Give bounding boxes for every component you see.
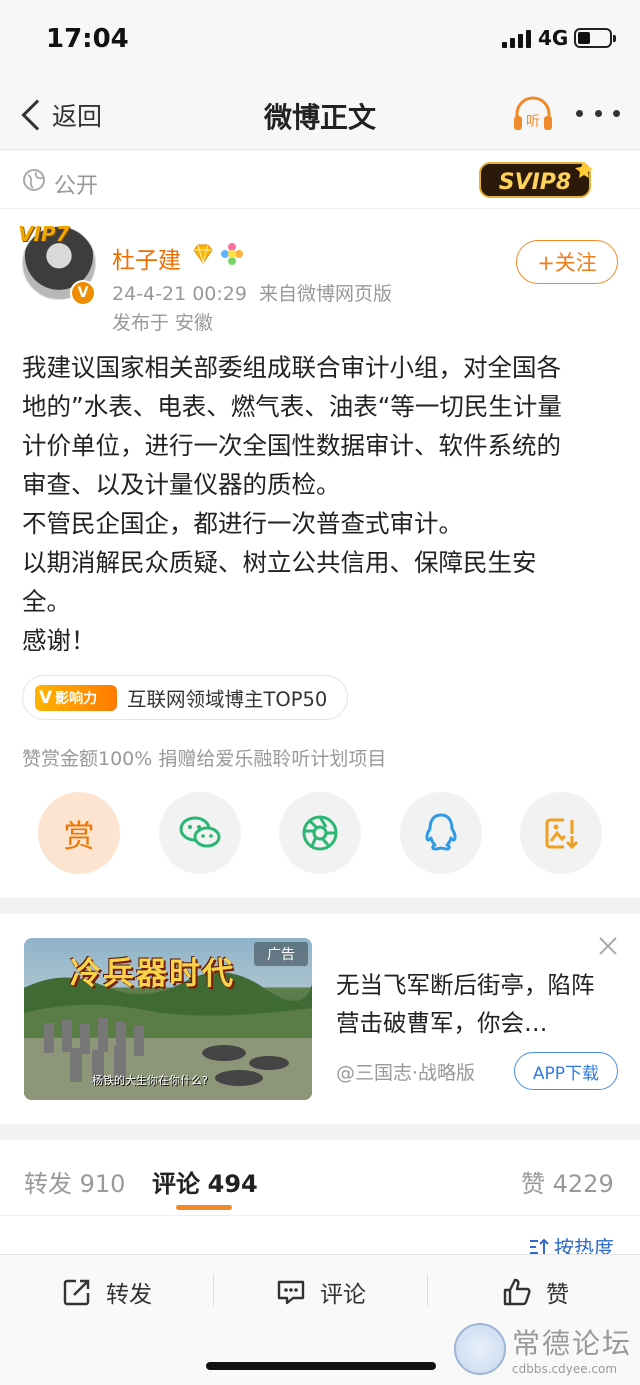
comment-count: 494	[207, 1170, 258, 1198]
listen-icon-text: 听	[526, 114, 540, 130]
section-divider	[0, 1124, 640, 1140]
reward-label: 赏	[63, 818, 95, 855]
author-name[interactable]: 杜子建	[112, 241, 181, 275]
repost-button[interactable]: 转发	[62, 1276, 152, 1308]
share-qq-button[interactable]	[400, 792, 482, 874]
forum-watermark: 常德论坛 cdbbs.cdyee.com	[454, 1318, 640, 1380]
reward-button[interactable]: 赏	[38, 792, 120, 874]
nav-bar: 返回 微博正文 听	[0, 80, 640, 150]
save-image-button[interactable]	[520, 792, 602, 874]
influence-tag[interactable]: V 影响力 互联网领域博主TOP50	[22, 675, 348, 720]
donation-note: 赞赏金额100% 捐赠给爱乐融聆听计划项目	[22, 748, 387, 770]
forum-logo-icon	[454, 1323, 506, 1375]
close-icon[interactable]	[596, 934, 620, 958]
divider	[0, 1215, 640, 1216]
listen-button[interactable]: 听	[512, 96, 554, 134]
comment-button[interactable]: 评论	[276, 1276, 366, 1308]
post-line: 地的”水表、电表、燃气表、油表“等一切民生计量	[22, 392, 562, 421]
tab-comments[interactable]: 评论 494	[152, 1164, 258, 1199]
tab-likes[interactable]: 赞 4229	[521, 1164, 614, 1199]
post-line: 审查、以及计量仪器的质检。	[22, 470, 341, 499]
thumbs-up-icon	[503, 1278, 531, 1306]
more-button[interactable]	[576, 110, 620, 120]
ad-tag: 广告	[254, 942, 308, 966]
section-divider	[0, 898, 640, 914]
home-indicator	[206, 1362, 436, 1370]
post-line: 计价单位，进行一次全国性数据审计、软件系统的	[22, 431, 561, 460]
ad-source: @三国志·战略版	[336, 1062, 476, 1084]
qq-icon	[425, 813, 457, 851]
post-line: 感谢！	[22, 626, 96, 655]
ad-caption: 杨铁的大生你在你什么?	[92, 1074, 208, 1087]
toolbar-divider	[427, 1274, 428, 1306]
post-line: 全。	[22, 587, 71, 616]
battery-icon	[574, 28, 616, 48]
moments-icon	[302, 815, 338, 851]
svg-text:SVIP8: SVIP8	[499, 170, 572, 195]
like-count: 4229	[552, 1170, 614, 1198]
post-location: 发布于 安徽	[112, 312, 214, 334]
visibility-row: 公开 SVIP8	[0, 151, 640, 209]
post-line: 不管民企国企，都进行一次普查式审计。	[22, 509, 463, 538]
visibility-label: 公开	[54, 174, 99, 199]
watermark-url: cdbbs.cdyee.com	[512, 1362, 618, 1376]
globe-icon	[23, 169, 45, 191]
influence-badge: V 影响力	[35, 684, 117, 711]
follow-button[interactable]: +关注	[516, 240, 618, 284]
headphones-icon: 听	[514, 96, 552, 130]
network-type: 4G	[538, 26, 569, 50]
vip-gem-icon	[193, 244, 213, 264]
svip-badge: SVIP8	[479, 161, 593, 198]
toolbar-divider	[213, 1274, 214, 1306]
app-download-button[interactable]: APP下载	[514, 1052, 618, 1090]
influence-text: 互联网领域博主TOP50	[127, 688, 328, 711]
watermark-title: 常德论坛	[512, 1327, 633, 1360]
ad-game-title: 冷兵器时代	[70, 956, 235, 992]
status-time: 17:04	[46, 24, 129, 54]
post-line: 以期消解民众质疑、树立公共信用、保障民生安	[22, 548, 537, 577]
post-meta: 24-4-21 00:29 来自微博网页版	[112, 279, 392, 306]
post-line: 我建议国家相关部委组成联合审计小组，对全国各	[22, 353, 561, 382]
image-download-icon	[545, 818, 579, 850]
post-timestamp: 24-4-21 00:29	[112, 283, 247, 305]
verified-icon: V	[70, 280, 96, 306]
like-button[interactable]: 赞	[502, 1276, 569, 1308]
vip-level-badge: VIP7	[18, 222, 70, 246]
share-moments-button[interactable]	[279, 792, 361, 874]
active-tab-indicator	[176, 1205, 232, 1210]
wechat-icon	[179, 816, 221, 848]
ad-headline[interactable]: 无当飞军断后街亭，陷阵营击破曹军，你会…	[336, 966, 606, 1042]
comment-icon	[277, 1280, 305, 1305]
tab-reposts[interactable]: 转发 910	[24, 1164, 125, 1199]
repost-icon	[63, 1279, 90, 1306]
repost-count: 910	[79, 1170, 126, 1198]
flower-icon	[221, 243, 243, 265]
signal-icon	[502, 30, 532, 48]
post-source: 来自微博网页版	[259, 283, 393, 305]
post-body: 我建议国家相关部委组成联合审计小组，对全国各 地的”水表、电表、燃气表、油表“等…	[22, 348, 622, 660]
share-wechat-button[interactable]	[159, 792, 241, 874]
